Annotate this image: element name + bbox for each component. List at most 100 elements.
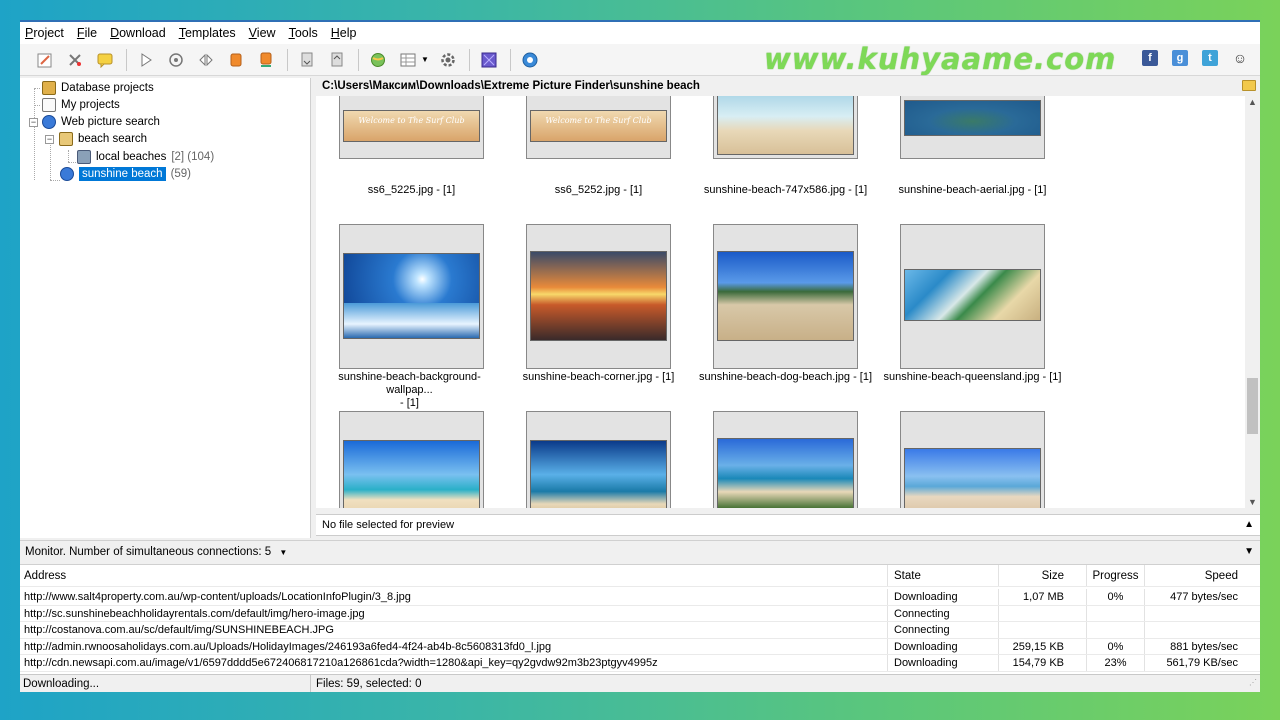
target-icon[interactable] <box>165 49 187 71</box>
thumbnail[interactable] <box>339 411 484 508</box>
stop-all-icon[interactable] <box>255 49 277 71</box>
cell-progress: 0% <box>1087 638 1145 654</box>
table-row[interactable]: http://cdn.newsapi.com.au/image/v1/6597d… <box>20 655 1260 672</box>
thumbnail[interactable] <box>526 224 671 369</box>
tree-collapse-toggle[interactable]: − <box>45 135 54 144</box>
thumbnail-grid: Welcome to The Surf Club ss6_5225.jpg - … <box>316 96 1245 508</box>
view-mode-icon[interactable] <box>397 49 419 71</box>
thumbnail-image <box>717 96 854 155</box>
projects-icon <box>42 98 56 112</box>
thumbnail-scrollbar[interactable]: ▲ ▼ <box>1245 96 1260 508</box>
resize-grip-icon[interactable]: ⋰ <box>1249 673 1257 692</box>
cell-address: http://sc.sunshinebeachholidayrentals.co… <box>20 605 888 621</box>
connections-dropdown-icon[interactable]: ▼ <box>279 548 287 557</box>
thumbnail[interactable]: Welcome to The Surf Club <box>339 96 484 159</box>
scroll-up-icon[interactable]: ▲ <box>1245 97 1260 107</box>
thumbnail[interactable] <box>713 411 858 508</box>
menu-download[interactable]: Download <box>110 26 166 40</box>
chevron-up-icon[interactable]: ▲ <box>1244 515 1254 535</box>
tree-item-local-beaches[interactable]: local beaches [2] (104) <box>77 149 214 165</box>
thumbnail-label: sunshine-beach-dog-beach.jpg - [1] <box>698 371 873 383</box>
tree-item-database-projects[interactable]: Database projects <box>42 80 154 96</box>
thumbnail[interactable] <box>900 224 1045 369</box>
thumbnail[interactable]: Welcome to The Surf Club <box>526 96 671 159</box>
status-bar: Downloading... Files: 59, selected: 0 ⋰ <box>20 674 1260 692</box>
comment-icon[interactable] <box>94 49 116 71</box>
open-folder-icon[interactable] <box>1242 80 1256 91</box>
twitter-icon[interactable]: t <box>1202 50 1218 66</box>
tree-item-my-projects[interactable]: My projects <box>42 97 120 113</box>
table-header: Address State Size Progress Speed <box>20 565 1260 587</box>
thumbnail[interactable] <box>339 224 484 369</box>
project-tree: Database projects My projects − Web pict… <box>20 78 311 538</box>
current-path: C:\Users\Максим\Downloads\Extreme Pictur… <box>316 78 1260 95</box>
cell-size: 259,15 KB <box>999 638 1087 654</box>
tree-collapse-toggle[interactable]: − <box>29 118 38 127</box>
search-project-icon <box>77 150 91 164</box>
thumbnail[interactable] <box>900 411 1045 508</box>
thumbnail-image: Welcome to The Surf Club <box>530 110 667 142</box>
menu-project[interactable]: Project <box>25 26 64 40</box>
facebook-icon[interactable]: f <box>1142 50 1158 66</box>
table-row[interactable]: http://costanova.com.au/sc/default/img/S… <box>20 622 1260 639</box>
column-header-address[interactable]: Address <box>20 565 888 586</box>
scroll-thumb[interactable] <box>1247 378 1258 434</box>
cell-size: 154,79 KB <box>999 655 1087 671</box>
column-header-state[interactable]: State <box>888 565 999 586</box>
tree-item-web-picture-search[interactable]: Web picture search <box>42 114 160 130</box>
menu-view[interactable]: View <box>249 26 276 40</box>
globe-icon[interactable] <box>367 49 389 71</box>
cell-address: http://admin.rwnoosaholidays.com.au/Uplo… <box>20 638 888 654</box>
thumbnail[interactable] <box>526 411 671 508</box>
watermark-text: www.kuhyaame.com <box>764 42 1117 76</box>
people-icon[interactable]: ☺ <box>1232 50 1248 66</box>
column-header-progress[interactable]: Progress <box>1087 565 1145 586</box>
upload-icon[interactable] <box>326 49 348 71</box>
table-row[interactable]: http://sc.sunshinebeachholidayrentals.co… <box>20 605 1260 622</box>
scroll-down-icon[interactable]: ▼ <box>1245 497 1260 507</box>
google-plus-icon[interactable]: g <box>1172 50 1188 66</box>
menu-file[interactable]: File <box>77 26 97 40</box>
thumbnail-image <box>904 100 1041 136</box>
cell-state: Downloading <box>888 655 999 671</box>
cell-state: Downloading <box>888 638 999 654</box>
cell-state: Downloading <box>888 589 999 605</box>
toolbar-separator <box>126 48 127 71</box>
column-header-size[interactable]: Size <box>999 565 1087 586</box>
start-icon[interactable] <box>135 49 157 71</box>
tree-line <box>50 180 60 181</box>
thumbnail[interactable] <box>713 96 858 159</box>
cell-speed: 477 bytes/sec <box>1170 591 1238 603</box>
tree-item-sunshine-beach[interactable]: sunshine beach (59) <box>60 166 191 182</box>
thumbnail[interactable] <box>900 96 1045 159</box>
table-row[interactable]: http://admin.rwnoosaholidays.com.au/Uplo… <box>20 638 1260 655</box>
thumbnail-label: sunshine-beach-747x586.jpg - [1] <box>703 184 868 196</box>
tree-item-beach-search[interactable]: beach search <box>59 131 147 147</box>
new-project-icon[interactable] <box>34 49 56 71</box>
thumbnail[interactable] <box>713 224 858 369</box>
slideshow-icon[interactable] <box>478 49 500 71</box>
view-mode-dropdown-icon[interactable]: ▼ <box>421 55 429 64</box>
cell-address: http://www.salt4property.com.au/wp-conte… <box>20 589 888 605</box>
thumbnail-image <box>530 440 667 508</box>
help-icon[interactable] <box>519 49 541 71</box>
download-icon[interactable] <box>296 49 318 71</box>
downloads-table: Address State Size Progress Speed http:/… <box>20 564 1260 674</box>
stop-icon[interactable] <box>225 49 247 71</box>
menu-help[interactable]: Help <box>331 26 357 40</box>
tree-line <box>50 138 51 180</box>
column-header-speed[interactable]: Speed <box>1145 565 1260 586</box>
edit-project-icon[interactable] <box>64 49 86 71</box>
menu-templates[interactable]: Templates <box>179 26 236 40</box>
social-buttons: f g t ☺ <box>1128 50 1248 66</box>
table-row[interactable]: http://www.salt4property.com.au/wp-conte… <box>20 589 1260 606</box>
settings-icon[interactable] <box>437 49 459 71</box>
thumbnail-image <box>904 269 1041 321</box>
chevron-down-icon[interactable]: ▼ <box>1244 541 1254 563</box>
menu-tools[interactable]: Tools <box>289 26 318 40</box>
cell-speed <box>1145 622 1260 638</box>
thumbnail-image <box>530 251 667 341</box>
step-icon[interactable] <box>195 49 217 71</box>
thumbnail-image <box>343 440 480 508</box>
cell-size <box>999 605 1087 621</box>
